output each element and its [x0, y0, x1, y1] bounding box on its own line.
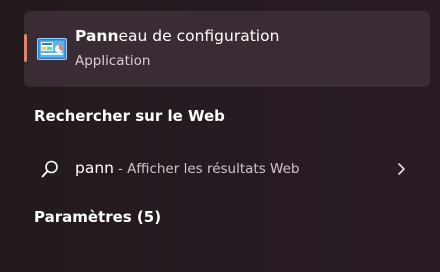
web-results-label: - Afficher les résultats Web	[118, 161, 300, 177]
best-match-result[interactable]: Panneau de configuration Application	[24, 11, 430, 87]
web-query-text: pann	[75, 159, 114, 177]
app-title: Panneau de configuration	[75, 27, 279, 45]
settings-section-heading[interactable]: Paramètres (5)	[34, 208, 161, 226]
web-search-result[interactable]: pann - Afficher les résultats Web	[24, 149, 430, 189]
app-subtitle: Application	[75, 53, 151, 69]
selection-indicator	[24, 34, 27, 62]
app-title-match: Pann	[75, 27, 119, 45]
control-panel-icon	[37, 38, 67, 60]
chevron-right-icon[interactable]	[396, 162, 406, 176]
web-section-heading: Rechercher sur le Web	[34, 107, 225, 125]
search-icon	[41, 160, 58, 178]
app-title-rest: eau de configuration	[118, 27, 280, 45]
